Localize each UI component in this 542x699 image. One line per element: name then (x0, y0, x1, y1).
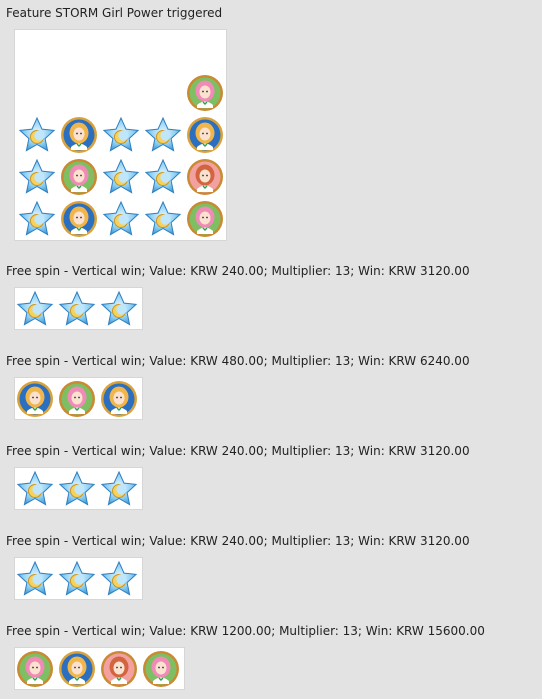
pink-girl-icon (186, 74, 224, 112)
pink-girl-icon (16, 650, 54, 688)
moon-star-icon (58, 560, 96, 598)
red-girl-icon (186, 158, 224, 196)
blonde-girl-icon (186, 116, 224, 154)
moon-star-icon (100, 290, 138, 328)
moon-star-icon (144, 116, 182, 154)
moon-star-icon (18, 200, 56, 238)
pink-girl-icon (142, 650, 180, 688)
blonde-girl-icon (58, 650, 96, 688)
blonde-girl-icon (60, 200, 98, 238)
feature-grid (15, 30, 226, 240)
moon-star-icon (100, 470, 138, 508)
moon-star-icon (100, 560, 138, 598)
win-line-2: Free spin - Vertical win; Value: KRW 480… (6, 354, 470, 368)
moon-star-icon (144, 200, 182, 238)
win-line-5: Free spin - Vertical win; Value: KRW 120… (6, 624, 485, 638)
moon-star-icon (102, 200, 140, 238)
win-symbols-3 (15, 468, 142, 509)
moon-star-icon (58, 470, 96, 508)
win-line-3: Free spin - Vertical win; Value: KRW 240… (6, 444, 470, 458)
moon-star-icon (18, 158, 56, 196)
blonde-girl-icon (16, 380, 54, 418)
moon-star-icon (16, 560, 54, 598)
blonde-girl-icon (60, 116, 98, 154)
red-girl-icon (100, 650, 138, 688)
moon-star-icon (144, 158, 182, 196)
win-line-1: Free spin - Vertical win; Value: KRW 240… (6, 264, 470, 278)
moon-star-icon (16, 470, 54, 508)
blonde-girl-icon (100, 380, 138, 418)
moon-star-icon (102, 158, 140, 196)
feature-title: Feature STORM Girl Power triggered (6, 6, 223, 20)
win-symbols-4 (15, 558, 142, 599)
moon-star-icon (18, 116, 56, 154)
moon-star-icon (16, 290, 54, 328)
pink-girl-icon (60, 158, 98, 196)
win-symbols-5 (15, 648, 184, 689)
moon-star-icon (58, 290, 96, 328)
pink-girl-icon (186, 200, 224, 238)
win-symbols-1 (15, 288, 142, 329)
win-symbols-2 (15, 378, 142, 419)
win-line-4: Free spin - Vertical win; Value: KRW 240… (6, 534, 470, 548)
pink-girl-icon (58, 380, 96, 418)
moon-star-icon (102, 116, 140, 154)
